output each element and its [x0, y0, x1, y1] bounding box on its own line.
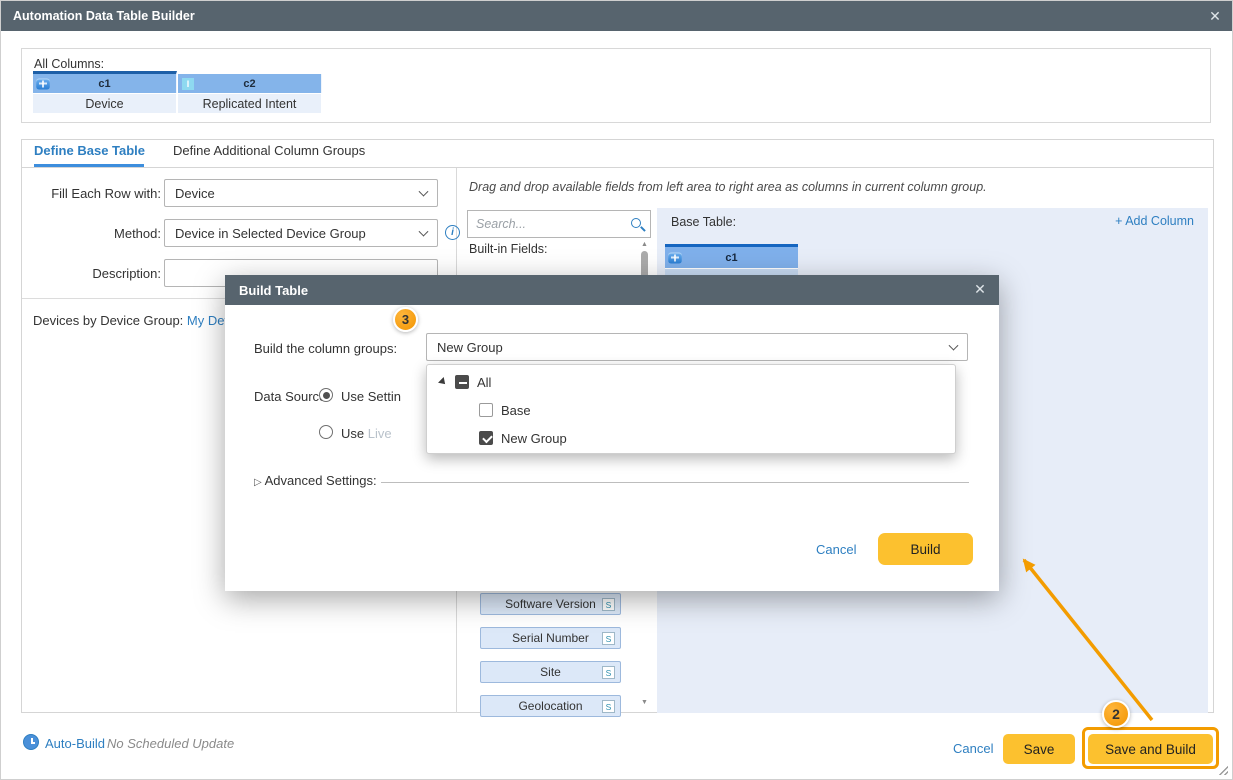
tree-expander-icon[interactable]: [438, 377, 448, 387]
build-groups-select[interactable]: New Group: [426, 333, 968, 361]
all-columns-header-c2[interactable]: I c2: [178, 74, 322, 93]
tree-node-new-group[interactable]: New Group: [479, 424, 567, 452]
method-select[interactable]: Device in Selected Device Group: [164, 219, 438, 247]
expander-right-icon[interactable]: ▷: [254, 477, 262, 488]
field-chip-site[interactable]: Site S: [480, 661, 621, 683]
string-type-badge: S: [602, 666, 615, 679]
auto-build-link[interactable]: Auto-Build: [45, 736, 105, 751]
all-columns-header-c1[interactable]: c1: [33, 71, 177, 93]
checkbox-base-unchecked[interactable]: [479, 403, 493, 417]
radio-use-live[interactable]: [319, 425, 333, 439]
description-label: Description:: [21, 266, 161, 281]
advanced-settings-label: Advanced Settings:: [265, 473, 377, 488]
field-chip-software-version[interactable]: Software Version S: [480, 593, 621, 615]
method-value: Device in Selected Device Group: [175, 226, 366, 241]
chevron-down-icon: [419, 187, 429, 197]
modal-cancel-button[interactable]: Cancel: [816, 542, 856, 557]
resize-handle[interactable]: [1217, 764, 1228, 775]
all-columns-cell-device[interactable]: Device: [33, 93, 177, 113]
string-type-badge: S: [602, 632, 615, 645]
annotation-step-3-badge: 3: [393, 307, 418, 332]
builtin-fields-label: Built-in Fields:: [469, 242, 548, 256]
tree-node-base[interactable]: Base: [479, 396, 531, 424]
advanced-settings-row: ▷ Advanced Settings:: [254, 473, 377, 488]
annotation-step-2-badge: 2: [1102, 700, 1130, 728]
window-title: Automation Data Table Builder: [13, 9, 195, 23]
build-groups-value: New Group: [437, 340, 503, 355]
chevron-down-icon: [949, 341, 959, 351]
radio-use-settings[interactable]: [319, 388, 333, 402]
advanced-settings-line: [381, 482, 969, 483]
chip-label: Geolocation: [518, 699, 582, 713]
tree-node-label: All: [477, 375, 491, 390]
chip-label: Site: [540, 665, 561, 679]
scroll-down-icon[interactable]: ▼: [640, 699, 649, 706]
devices-by-device-group-label: Devices by Device Group:: [33, 313, 183, 328]
string-type-badge: S: [602, 598, 615, 611]
search-input[interactable]: [476, 212, 626, 236]
checkbox-all-indeterminate[interactable]: [455, 375, 469, 389]
scroll-up-icon[interactable]: ▲: [640, 241, 649, 248]
device-icon: [668, 252, 682, 263]
device-icon: [36, 78, 50, 89]
column-id: c1: [98, 78, 110, 90]
tree-node-label: New Group: [501, 431, 567, 446]
modal-close-icon[interactable]: ✕: [971, 280, 989, 298]
window-titlebar: Automation Data Table Builder ✕: [1, 1, 1233, 31]
radio-use-live-text: Use: [341, 426, 364, 441]
field-chip-serial-number[interactable]: Serial Number S: [480, 627, 621, 649]
footer-cancel-button[interactable]: Cancel: [953, 741, 993, 756]
fill-each-row-label: Fill Each Row with:: [21, 186, 161, 201]
devices-by-device-group-row: Devices by Device Group: My Devic: [33, 313, 240, 328]
tree-node-all[interactable]: All: [439, 368, 491, 396]
chip-label: Serial Number: [512, 631, 589, 645]
fill-each-row-select[interactable]: Device: [164, 179, 438, 207]
column-id: c1: [725, 252, 737, 264]
fill-each-row-value: Device: [175, 186, 215, 201]
chevron-down-icon: [419, 227, 429, 237]
tab-define-additional-column-groups[interactable]: Define Additional Column Groups: [173, 143, 365, 167]
build-groups-label: Build the column groups:: [254, 341, 397, 356]
tabs-divider: [22, 167, 1213, 168]
column-id: c2: [243, 78, 255, 90]
column-groups-dropdown: All Base New Group: [426, 364, 956, 454]
close-icon[interactable]: ✕: [1206, 7, 1224, 25]
modal-title: Build Table: [239, 283, 308, 298]
modal-build-button[interactable]: Build: [878, 533, 973, 565]
clock-icon: [23, 734, 39, 750]
tree-node-label: Base: [501, 403, 531, 418]
modal-titlebar: Build Table ✕: [225, 275, 999, 305]
all-columns-label: All Columns:: [34, 57, 104, 71]
base-table-label: Base Table:: [671, 215, 736, 229]
intent-icon: I: [182, 78, 194, 90]
add-column-button[interactable]: + Add Column: [1115, 214, 1194, 228]
radio-use-settings-label: Use Settin: [341, 389, 401, 404]
info-icon[interactable]: i: [445, 225, 460, 240]
search-box: [467, 210, 651, 238]
method-label: Method:: [21, 226, 161, 241]
string-type-badge: S: [602, 700, 615, 713]
chip-label: Software Version: [505, 597, 596, 611]
radio-use-live-disabled-text: Live: [368, 426, 392, 441]
all-columns-cell-replicated-intent[interactable]: Replicated Intent: [178, 93, 322, 113]
checkbox-new-group-checked[interactable]: [479, 431, 493, 445]
schedule-status: No Scheduled Update: [107, 736, 234, 751]
radio-use-live-label: Use Live: [341, 426, 392, 441]
automation-data-table-builder-dialog: Automation Data Table Builder ✕ All Colu…: [0, 0, 1233, 780]
save-and-build-button[interactable]: Save and Build: [1088, 734, 1213, 764]
field-chip-geolocation[interactable]: Geolocation S: [480, 695, 621, 717]
search-icon[interactable]: [631, 218, 641, 228]
drag-drop-hint: Drag and drop available fields from left…: [469, 180, 987, 194]
base-table-column-c1[interactable]: c1: [665, 244, 798, 268]
save-button[interactable]: Save: [1003, 734, 1075, 764]
